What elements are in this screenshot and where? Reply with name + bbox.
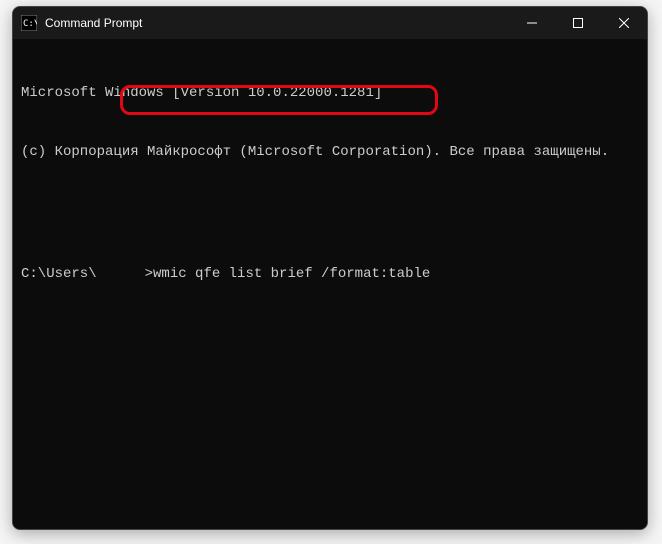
cmd-icon: C:\ — [21, 15, 37, 31]
blank-line — [21, 202, 639, 222]
maximize-button[interactable] — [555, 7, 601, 39]
version-line: Microsoft Windows [Version 10.0.22000.12… — [21, 84, 639, 104]
window-title: Command Prompt — [45, 16, 509, 30]
titlebar[interactable]: C:\ Command Prompt — [13, 7, 647, 39]
command-prompt-window: C:\ Command Prompt Microsoft Windows [Ve… — [12, 6, 648, 530]
copyright-line: (c) Корпорация Майкрософт (Microsoft Cor… — [21, 143, 639, 163]
minimize-button[interactable] — [509, 7, 555, 39]
redacted-username — [97, 267, 145, 281]
close-button[interactable] — [601, 7, 647, 39]
svg-text:C:\: C:\ — [23, 19, 37, 29]
prompt-line: C:\Users\ >wmic qfe list brief /format:ta… — [21, 265, 639, 285]
terminal-area[interactable]: Microsoft Windows [Version 10.0.22000.12… — [13, 39, 647, 529]
prompt-suffix: > — [145, 265, 153, 285]
prompt-path-prefix: C:\Users\ — [21, 265, 97, 285]
window-controls — [509, 7, 647, 39]
command-text: wmic qfe list brief /format:table — [153, 265, 430, 285]
